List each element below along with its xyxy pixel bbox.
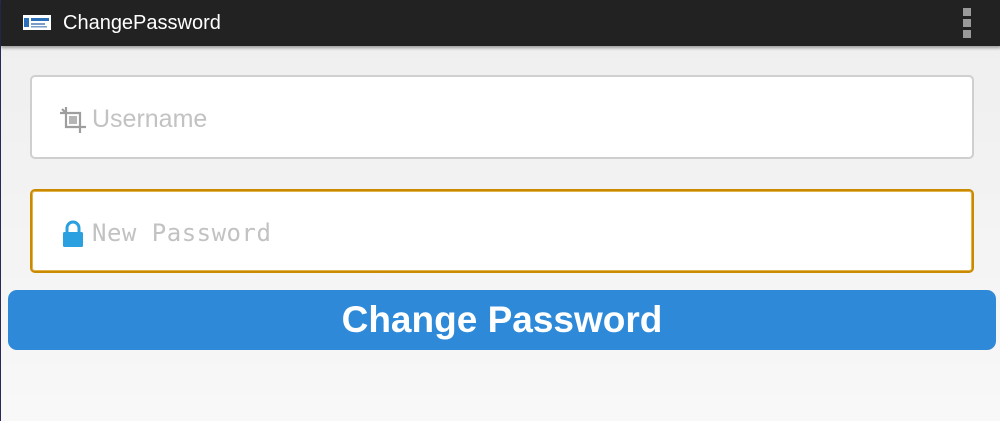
more-vertical-icon-dot (963, 19, 971, 27)
change-password-screen: ChangePassword Change Password (0, 0, 1000, 421)
overflow-menu-button[interactable] (955, 8, 979, 38)
more-vertical-icon (963, 8, 971, 16)
new-password-input[interactable] (92, 211, 952, 255)
app-title: ChangePassword (63, 12, 221, 34)
lock-icon (63, 220, 83, 247)
action-bar: ChangePassword (1, 0, 1000, 46)
crop-icon (60, 107, 86, 133)
change-password-button[interactable]: Change Password (8, 290, 996, 350)
username-input[interactable] (92, 97, 952, 141)
more-vertical-icon-dot (963, 30, 971, 38)
app-logo-icon (23, 15, 51, 30)
new-password-field[interactable] (30, 189, 974, 273)
username-field[interactable] (30, 75, 974, 159)
